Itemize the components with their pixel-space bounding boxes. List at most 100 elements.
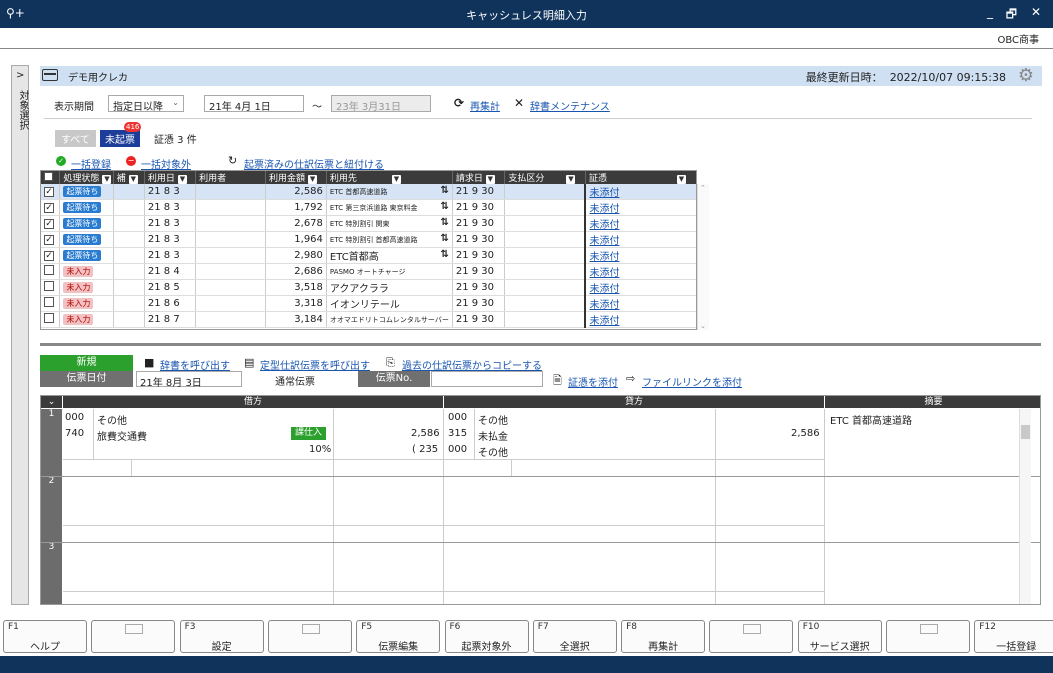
attach-evidence-link[interactable]: 証憑を添付 [568, 374, 618, 389]
dr-amount[interactable]: 2,586 [411, 428, 440, 439]
evidence-link[interactable]: 未添付 [589, 300, 619, 311]
fkey-empty[interactable] [267, 620, 352, 653]
slip-date-input[interactable]: 21年 8月 3日 [136, 371, 242, 389]
maximize-button[interactable]: 🗗 [1006, 5, 1017, 26]
select-all-checkbox[interactable] [41, 171, 61, 184]
row-checkbox[interactable] [41, 311, 61, 328]
table-row[interactable]: ✓ 起票待ち 21 8 3 1,964 ETC 特別割引 首都高速道路 ⇅ 21 9 30 未… [41, 231, 696, 248]
copy-past-link[interactable]: 過去の仕訳伝票からコピーする [402, 357, 542, 372]
fkey-empty[interactable] [886, 620, 970, 653]
sync-icon[interactable]: ⇅ [440, 185, 448, 196]
col-payee[interactable]: 利用先 ▼ [326, 171, 453, 184]
evidence-cell[interactable]: 未添付 [585, 311, 696, 328]
fkey-f5[interactable]: F5 伝票編集 [356, 620, 441, 653]
fkey-f8[interactable]: F8 再集計 [621, 620, 706, 653]
col-bill-date[interactable]: 請求日 ▼ [452, 171, 506, 184]
table-row[interactable]: ✓ 起票待ち 21 8 3 2,980 ETC首都高 ⇅ 21 9 30 未添付 [41, 247, 696, 264]
table-row[interactable]: 未入力 21 8 6 3,318 イオンリテール 21 9 30 未添付 [41, 295, 696, 312]
row-checkbox[interactable]: ✓ [41, 231, 61, 248]
gear-icon[interactable]: ⚙ [1018, 65, 1034, 86]
fkey-f12[interactable]: F12 一括登録 [974, 620, 1053, 653]
transaction-table[interactable]: 処理状態 ▼ 補 ▼ 利用日 ▼ 利用者 利用金額 ▼ 利用先 ▼ 請求日 ▼ 支払区分 ▼ … [40, 170, 697, 330]
journal-scrollbar[interactable] [1019, 409, 1031, 604]
evidence-cell[interactable]: 未添付 [585, 199, 696, 216]
cr-code[interactable]: 315 [448, 428, 467, 439]
evidence-cell[interactable]: 未添付 [585, 247, 696, 264]
col-user[interactable]: 利用者 [195, 171, 267, 184]
fkey-f7[interactable]: F7 全選択 [532, 620, 617, 653]
journal-table[interactable]: ⌄ 借方 貸方 摘要 1 2 3 000 その他 740 旅費交通費 課仕入 2… [40, 395, 1041, 605]
col-supplement[interactable]: 補 ▼ [113, 171, 145, 184]
fkey-empty[interactable] [709, 620, 794, 653]
row-checkbox[interactable] [41, 263, 61, 280]
evidence-cell[interactable]: 未添付 [585, 231, 696, 248]
evidence-link[interactable]: 未添付 [589, 268, 619, 279]
cr-code[interactable]: 000 [448, 444, 467, 455]
cr-amount[interactable]: 2,586 [791, 428, 820, 439]
dr-code[interactable]: 740 [65, 428, 84, 439]
col-status[interactable]: 処理状態 ▼ [59, 171, 114, 184]
fkey-empty[interactable] [91, 620, 176, 653]
attach-file-link[interactable]: ファイルリンクを添付 [642, 374, 742, 389]
evidence-link[interactable]: 未添付 [589, 236, 619, 247]
splitter[interactable] [40, 343, 1041, 346]
fkey-f6[interactable]: F6 起票対象外 [444, 620, 529, 653]
table-row[interactable]: ✓ 起票待ち 21 8 3 1,792 ETC 第三京浜道路 東京料金 ⇅ 21 9 30 未… [41, 199, 696, 216]
evidence-cell[interactable]: 未添付 [585, 215, 696, 232]
table-row[interactable]: ✓ 起票待ち 21 8 3 2,678 ETC 特別割引 関東 ⇅ 21 9 30 未添付 [41, 215, 696, 232]
cr-code[interactable]: 000 [448, 412, 467, 423]
tax-badge[interactable]: 課仕入 [291, 427, 327, 440]
period-select[interactable]: 指定日以降 ⌄ [108, 95, 184, 113]
target-select-panel[interactable]: > 対象選択 [11, 65, 29, 605]
fkey-f3[interactable]: F3 設定 [179, 620, 264, 653]
col-amount[interactable]: 利用金額 ▼ [265, 171, 327, 184]
fkey-f1[interactable]: F1 ヘルプ [3, 620, 87, 653]
cr-account[interactable]: その他 [478, 444, 508, 459]
bulk-register-link[interactable]: 一括登録 [71, 156, 111, 171]
date-from-input[interactable]: 21年 4月 1日 [204, 95, 304, 113]
cr-account[interactable]: 未払金 [478, 428, 508, 443]
sync-icon[interactable]: ⇅ [440, 233, 448, 244]
evidence-link[interactable]: 未添付 [589, 204, 619, 215]
row-checkbox[interactable]: ✓ [41, 247, 61, 264]
sync-icon[interactable]: ⇅ [440, 201, 448, 212]
table-row[interactable]: 未入力 21 8 7 3,184 オオマエドリトコムレンタルサーバー 21 9 30 未添… [41, 311, 696, 328]
dr-account[interactable]: その他 [97, 412, 127, 427]
row-checkbox[interactable] [41, 279, 61, 296]
table-scrollbar[interactable]: ⌃ ⌄ [697, 184, 709, 330]
tab-all[interactable]: すべて [55, 130, 96, 147]
evidence-link[interactable]: 未添付 [589, 188, 619, 199]
col-evidence[interactable]: 証憑 ▼ [585, 171, 696, 184]
call-template-link[interactable]: 定型仕訳伝票を呼び出す [260, 357, 370, 372]
sync-icon[interactable]: ⇅ [440, 217, 448, 228]
row-checkbox[interactable]: ✓ [41, 199, 61, 216]
cr-account[interactable]: その他 [478, 412, 508, 427]
tab-unposted[interactable]: 未起票 [100, 130, 140, 147]
row-checkbox[interactable] [41, 295, 61, 312]
evidence-cell[interactable]: 未添付 [585, 263, 696, 280]
dict-maintenance-link[interactable]: 辞書メンテナンス [530, 98, 610, 113]
evidence-cell[interactable]: 未添付 [585, 295, 696, 312]
evidence-link[interactable]: 未添付 [589, 220, 619, 231]
call-dict-link[interactable]: 辞書を呼び出す [160, 357, 230, 372]
row-checkbox[interactable]: ✓ [41, 215, 61, 232]
sync-icon[interactable]: ⇅ [440, 249, 448, 260]
bulk-exclude-link[interactable]: 一括対象外 [141, 156, 191, 171]
date-to-input[interactable]: 23年 3月31日 [331, 95, 431, 113]
table-row[interactable]: 未入力 21 8 5 3,518 アクアクララ 21 9 30 未添付 [41, 279, 696, 296]
evidence-link[interactable]: 未添付 [589, 316, 619, 327]
evidence-cell[interactable]: 未添付 [585, 279, 696, 296]
close-button[interactable]: ✕ [1031, 5, 1041, 19]
slip-no-input[interactable] [431, 371, 543, 387]
link-slip-link[interactable]: 起票済みの仕訳伝票と紐付ける [244, 156, 384, 171]
dr-code[interactable]: 000 [65, 412, 84, 423]
refresh-icon[interactable]: ⟳ [454, 96, 464, 110]
memo-text[interactable]: ETC 首都高速道路 [830, 412, 912, 427]
chevron-right-icon[interactable]: > [16, 70, 24, 81]
recalc-link[interactable]: 再集計 [470, 98, 500, 113]
table-row[interactable]: ✓ 起票待ち 21 8 3 2,586 ETC 首都高速道路 ⇅ 21 9 30 未添付 [41, 184, 696, 200]
minimize-button[interactable]: _ [987, 5, 993, 19]
fkey-f10[interactable]: F10 サービス選択 [797, 620, 882, 653]
collapse-icon[interactable]: ⌄ [41, 396, 62, 408]
evidence-link[interactable]: 未添付 [589, 284, 619, 295]
